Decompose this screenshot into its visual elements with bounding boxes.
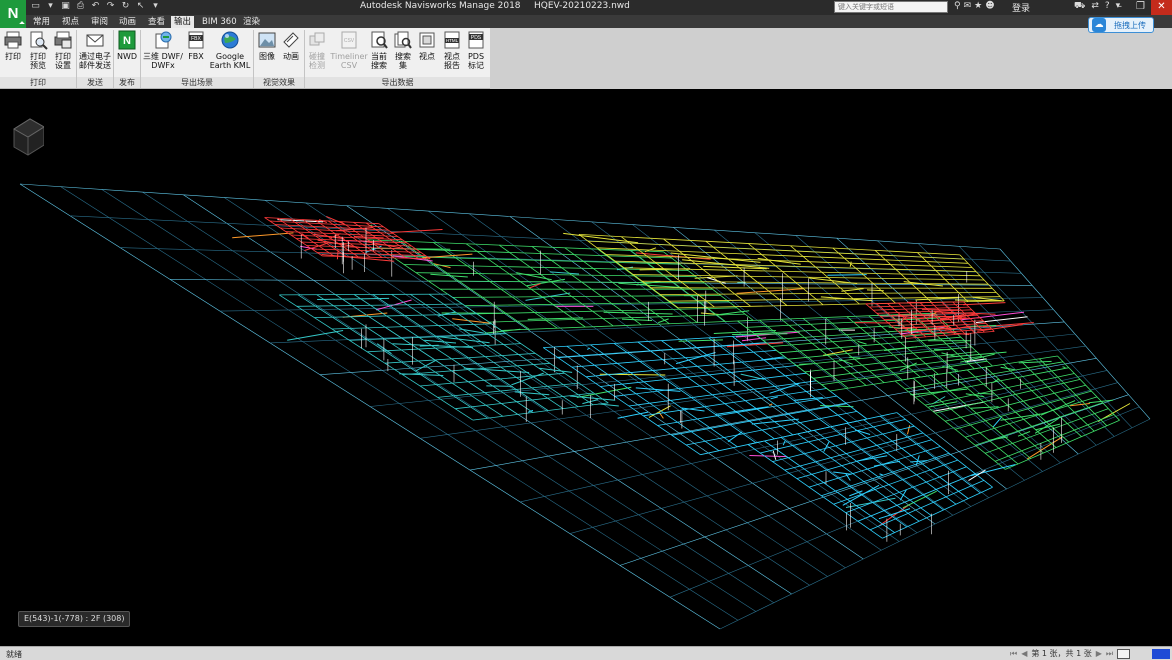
current-search-button[interactable]: 当前 搜索: [368, 30, 390, 70]
ribbon-tabs: 常用 视点 审阅 动画 查看 输出 BIM 360 渲染: [0, 15, 1172, 28]
email-icon: [86, 34, 104, 47]
title-bar: ▭ ▾ ▣ ⎙ ↶ ↷ ↻ ↖ ▾ Autodesk Navisworks Ma…: [0, 0, 1172, 15]
tab-output[interactable]: 输出: [171, 16, 195, 28]
save-icon[interactable]: ▣: [60, 1, 71, 12]
select-icon[interactable]: ↖: [135, 1, 146, 12]
minimize-icon[interactable]: –: [1109, 0, 1130, 15]
cloud-upload-icon: ☁: [1092, 18, 1106, 32]
ribbon-empty-area: [490, 28, 1172, 89]
panel-label-visuals: 视觉效果: [254, 77, 304, 88]
current-search-icon: [371, 31, 388, 49]
login-link[interactable]: 登录: [1012, 1, 1030, 14]
window-controls: – ❐ ✕: [1109, 0, 1172, 15]
first-page-icon[interactable]: ⏮: [1010, 649, 1017, 659]
svg-text:HTML: HTML: [446, 38, 459, 43]
user-icon[interactable]: ☻: [985, 1, 994, 11]
print-button[interactable]: 打印: [2, 30, 24, 61]
dropdown-icon[interactable]: ▾: [45, 1, 56, 12]
image-icon: [258, 32, 276, 48]
redo-icon[interactable]: ↷: [105, 1, 116, 12]
quick-access-toolbar: ▭ ▾ ▣ ⎙ ↶ ↷ ↻ ↖ ▾: [30, 1, 161, 14]
search-input[interactable]: 键入关键字或短语: [834, 1, 948, 13]
tab-render[interactable]: 渲染: [240, 16, 263, 28]
file-name: HQEV-20210223.nwd: [534, 1, 630, 11]
export-animation-button[interactable]: 动画: [280, 30, 302, 61]
drag-upload-button[interactable]: ☁ 拖拽上传: [1088, 17, 1154, 33]
animation-icon: [283, 32, 299, 48]
print-preview-icon: [30, 31, 48, 50]
viewpoint-report-button[interactable]: HTML 视点 报告: [440, 30, 464, 70]
qat-menu-icon[interactable]: ▾: [150, 1, 161, 12]
tab-bim360[interactable]: BIM 360: [199, 16, 240, 28]
model-wireframe: [19, 183, 1151, 630]
svg-text:N: N: [123, 35, 131, 47]
nwd-button[interactable]: N NWD: [116, 30, 138, 61]
favorite-star-icon[interactable]: ★: [974, 1, 982, 11]
timeliner-csv-icon: CSV: [341, 31, 357, 49]
panel-label-export-data: 导出数据: [305, 77, 490, 88]
printer-icon: [4, 31, 22, 49]
export-dwf-button[interactable]: 三维 DWF/DWFx: [142, 30, 184, 70]
maximize-icon[interactable]: ❐: [1130, 0, 1151, 15]
exchange-icon[interactable]: ⇄: [1091, 1, 1099, 12]
tab-view[interactable]: 查看: [145, 16, 168, 28]
refresh-icon[interactable]: ↻: [120, 1, 131, 12]
dwf-icon: [155, 31, 172, 49]
sheet-browser-icon[interactable]: [1117, 648, 1131, 659]
ribbon-panel: 打印 打印 预览 打印 设置 打印 通过电子 邮件发送 发送 N NWD 发布 三维 …: [0, 28, 490, 89]
viewpoint-icon: [419, 32, 435, 48]
tab-viewpoint[interactable]: 视点: [59, 16, 82, 28]
print-setup-icon: [54, 31, 72, 49]
viewcube-icon[interactable]: [0, 89, 44, 159]
print-preview-button[interactable]: 打印 预览: [27, 30, 49, 70]
cart-icon[interactable]: ⛟: [1074, 1, 1085, 12]
panel-label-send: 发送: [77, 77, 113, 88]
title-toolbar-icons: ⚲ ✉ ★ ☻: [954, 1, 995, 11]
print-icon[interactable]: ⎙: [75, 1, 86, 12]
status-right: ⏮ ◀ 第 1 张，共 1 张 ▶ ⏭: [1010, 648, 1171, 659]
app-title: Autodesk Navisworks Manage 2018: [360, 1, 521, 11]
svg-text:PDS: PDS: [471, 35, 482, 41]
coordinate-readout: E(543)-1(-778) : 2F (308): [18, 611, 131, 627]
performance-indicator-icon: [1152, 648, 1171, 659]
panel-label-print: 打印: [0, 77, 76, 88]
tab-review[interactable]: 审阅: [88, 16, 111, 28]
clash-detection-button[interactable]: 碰撞 检测: [306, 30, 328, 70]
undo-icon[interactable]: ↶: [90, 1, 101, 12]
open-icon[interactable]: ▭: [30, 1, 41, 12]
export-kml-button[interactable]: Google Earth KML: [209, 30, 251, 70]
app-logo[interactable]: N: [0, 0, 26, 28]
panel-label-export-scene: 导出场景: [141, 77, 253, 88]
panel-label-publish: 发布: [114, 77, 140, 88]
tab-animation[interactable]: 动画: [116, 16, 139, 28]
binoculars-icon[interactable]: ⚲: [954, 1, 961, 11]
search-set-button[interactable]: 搜索集: [392, 30, 414, 70]
search-set-icon: [394, 31, 412, 49]
status-text: 就绪: [6, 650, 22, 659]
next-page-icon[interactable]: ▶: [1096, 649, 1102, 658]
prev-page-icon[interactable]: ◀: [1021, 649, 1027, 658]
svg-text:CSV: CSV: [344, 38, 355, 44]
send-email-button[interactable]: 通过电子 邮件发送: [78, 30, 112, 70]
tab-home[interactable]: 常用: [30, 16, 53, 28]
close-icon[interactable]: ✕: [1151, 0, 1172, 15]
status-bar: 就绪 ⏮ ◀ 第 1 张，共 1 张 ▶ ⏭: [0, 646, 1172, 660]
last-page-icon[interactable]: ⏭: [1106, 649, 1113, 659]
page-info: 第 1 张，共 1 张: [1031, 649, 1092, 658]
export-fbx-button[interactable]: FBX FBX: [185, 30, 207, 61]
clash-icon: [309, 32, 325, 46]
export-image-button[interactable]: 图像: [256, 30, 278, 61]
svg-text:FBX: FBX: [191, 36, 201, 42]
communication-icon[interactable]: ✉: [964, 1, 972, 11]
scene-viewport[interactable]: E(543)-1(-778) : 2F (308): [0, 89, 1172, 646]
print-setup-button[interactable]: 打印 设置: [52, 30, 74, 70]
pds-tags-button[interactable]: PDS PDS 标记: [465, 30, 487, 70]
fbx-icon: FBX: [188, 31, 204, 49]
viewpoint-report-icon: HTML: [444, 31, 460, 49]
nwd-icon: N: [118, 30, 136, 50]
viewpoint-export-button[interactable]: 视点: [416, 30, 438, 61]
pds-icon: PDS: [468, 31, 484, 49]
timeliner-csv-button[interactable]: CSV Timeliner CSV: [330, 30, 368, 70]
google-earth-icon: [221, 31, 239, 49]
